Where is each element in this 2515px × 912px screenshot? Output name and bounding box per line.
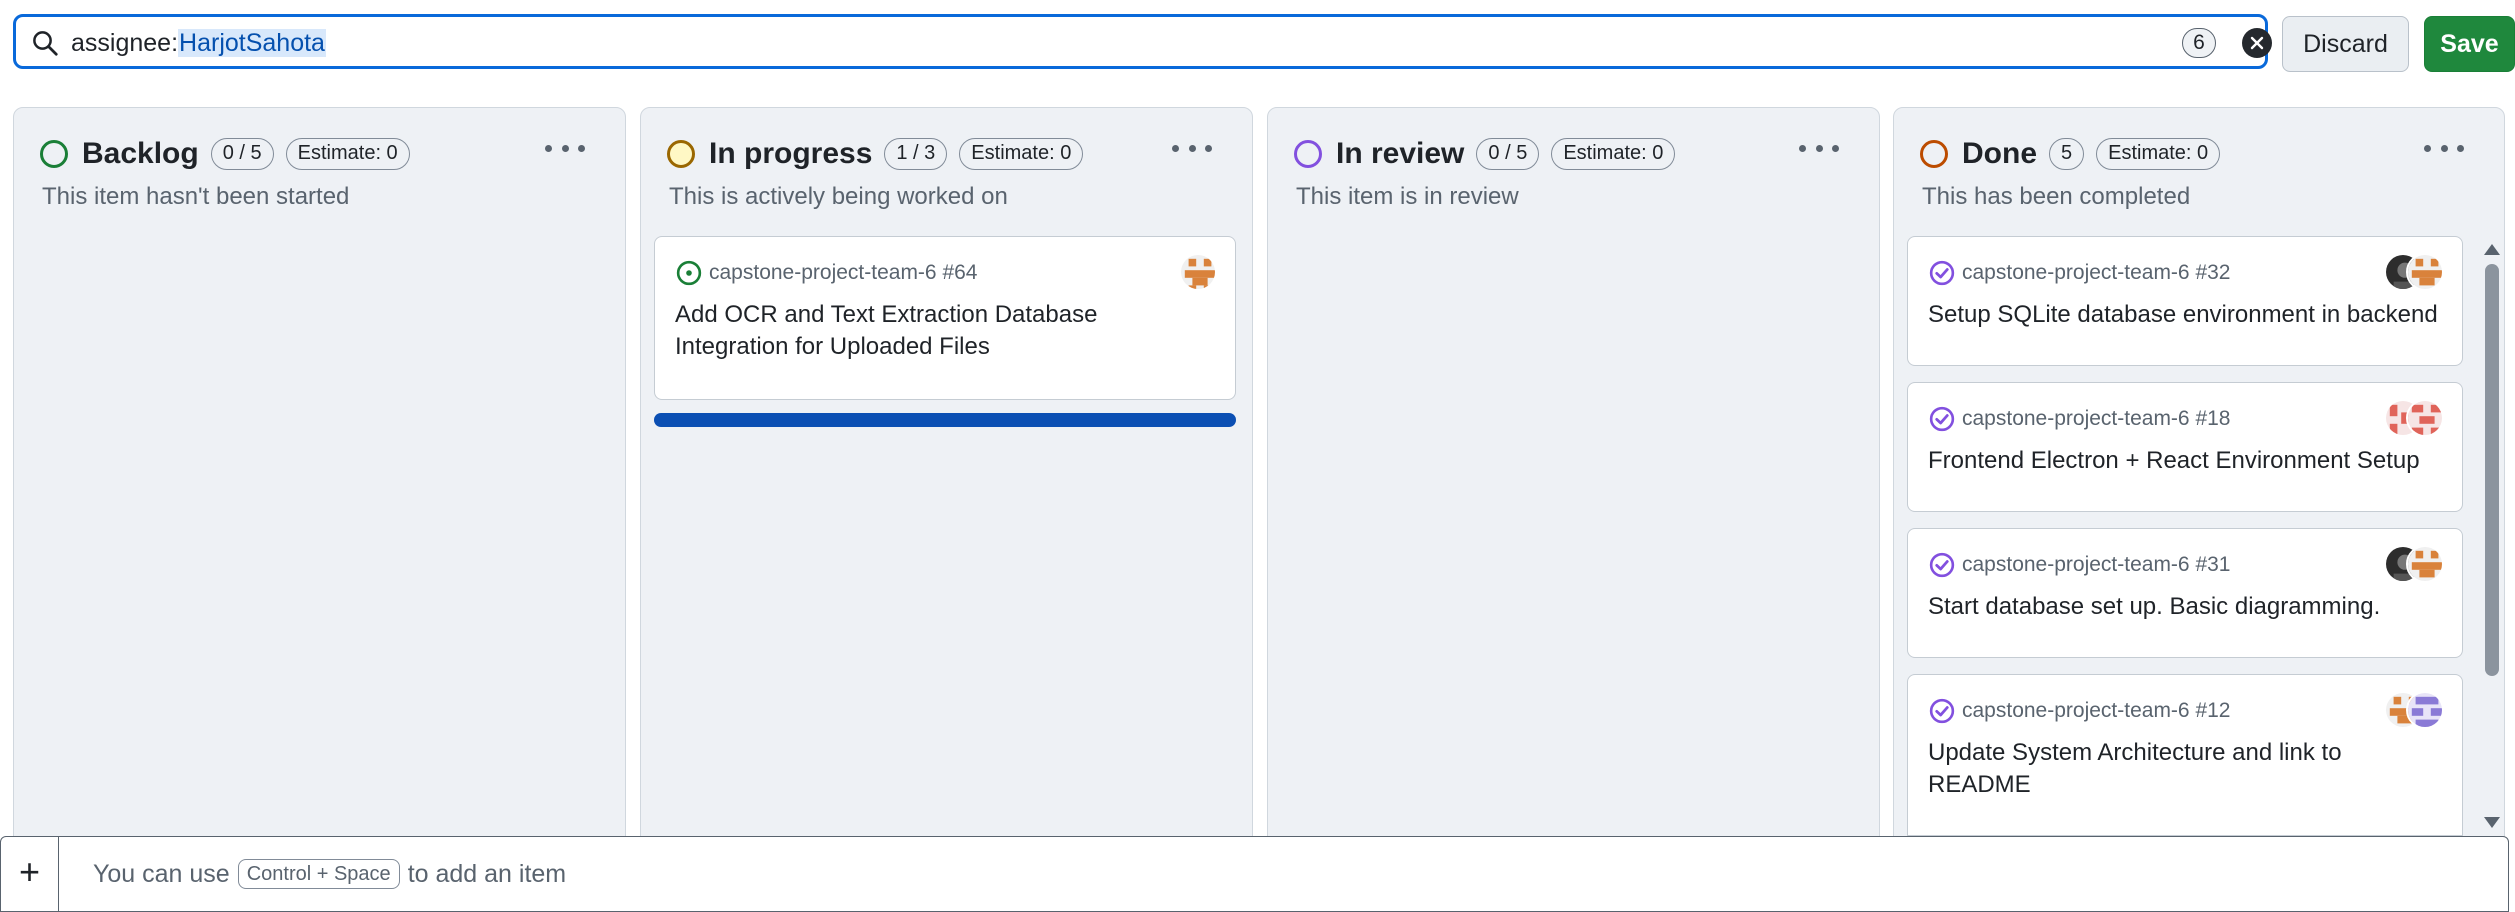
avatar [2406,545,2444,583]
estimate-badge: Estimate: 0 [285,138,410,170]
card-issue-32[interactable]: capstone-project-team-6 #32 Setup SQLite… [1907,236,2463,366]
column-description: This item hasn't been started [42,183,350,210]
scrollbar-thumb[interactable] [2485,264,2499,676]
column-menu-button[interactable] [1799,136,1839,160]
column-title: Backlog [82,137,199,170]
card-repo-link[interactable]: capstone-project-team-6 #64 [709,261,977,285]
avatar [2406,399,2444,437]
column-description: This is actively being worked on [669,183,1008,210]
column-description: This item is in review [1296,183,1519,210]
assignee-avatars[interactable] [1179,253,1217,291]
card-repo-link[interactable]: capstone-project-team-6 #18 [1962,407,2230,431]
drop-indicator-bar [654,413,1236,427]
filter-key: assignee: [71,29,179,57]
item-count-badge: 0 / 5 [1476,138,1540,170]
card-meta: capstone-project-team-6 #32 [1928,259,2230,287]
save-button[interactable]: Save [2424,16,2515,72]
column-in-progress: In progress 1 / 3 Estimate: 0 This is ac… [640,107,1253,847]
item-count-badge: 5 [2049,138,2085,170]
scroll-up-arrow-icon[interactable] [2484,244,2500,255]
estimate-badge: Estimate: 0 [959,138,1084,170]
filter-result-count: 6 [2182,28,2216,58]
card-issue-12[interactable]: capstone-project-team-6 #12 Update Syste… [1907,674,2463,836]
issue-closed-icon [1929,260,1955,286]
hint-suffix: to add an item [407,859,567,888]
plus-icon[interactable]: + [1,837,59,911]
status-circle-icon [1920,140,1948,168]
filter-value: HarjotSahota [178,29,326,57]
card-title[interactable]: Frontend Electron + React Environment Se… [1928,445,2446,477]
hint-prefix: You can use [93,859,230,888]
column-title: Done [1962,137,2037,170]
column-title: In review [1336,137,1465,170]
issue-closed-icon [1929,406,1955,432]
add-item-hint: You can use Control + Space to add an it… [93,859,566,889]
assignee-avatars[interactable] [2384,253,2444,291]
column-done: Done 5 Estimate: 0 This has been complet… [1893,107,2505,847]
card-issue-31[interactable]: capstone-project-team-6 #31 Start databa… [1907,528,2463,658]
card-repo-link[interactable]: capstone-project-team-6 #12 [1962,699,2230,723]
card-title[interactable]: Add OCR and Text Extraction Database Int… [675,299,1215,363]
filter-query[interactable]: assignee:HarjotSahota [71,29,326,57]
column-description: This has been completed [1922,183,2191,210]
filter-input[interactable]: assignee:HarjotSahota 6 [13,14,2272,69]
status-circle-icon [667,140,695,168]
issue-closed-icon [1929,698,1955,724]
column-header: In progress 1 / 3 Estimate: 0 [667,134,1095,174]
item-count-badge: 0 / 5 [210,138,274,170]
column-menu-button[interactable] [1172,136,1212,160]
card-meta: capstone-project-team-6 #12 [1928,697,2230,725]
column-in-review: In review 0 / 5 Estimate: 0 This item is… [1267,107,1880,847]
column-header: In review 0 / 5 Estimate: 0 [1294,134,1687,174]
issue-opened-icon [676,260,702,286]
estimate-badge: Estimate: 0 [1551,138,1676,170]
card-meta: capstone-project-team-6 #18 [1928,405,2230,433]
column-backlog: Backlog 0 / 5 Estimate: 0 This item hasn… [13,107,626,847]
column-header: Backlog 0 / 5 Estimate: 0 [40,134,422,174]
card-issue-64[interactable]: capstone-project-team-6 #64 Add OCR and … [654,236,1236,400]
column-menu-button[interactable] [2424,136,2464,160]
card-title[interactable]: Update System Architecture and link to R… [1928,737,2446,801]
estimate-badge: Estimate: 0 [2096,138,2221,170]
scroll-down-arrow-icon[interactable] [2484,817,2500,828]
card-repo-link[interactable]: capstone-project-team-6 #31 [1962,553,2230,577]
column-title: In progress [709,137,873,170]
item-count-badge: 1 / 3 [884,138,948,170]
discard-button[interactable]: Discard [2282,16,2409,72]
card-title[interactable]: Setup SQLite database environment in bac… [1928,299,2446,331]
avatar [2406,691,2444,729]
keyboard-shortcut: Control + Space [237,859,400,889]
issue-closed-icon [1929,552,1955,578]
assignee-avatars[interactable] [2384,691,2444,729]
card-repo-link[interactable]: capstone-project-team-6 #32 [1962,261,2230,285]
add-item-bar[interactable]: + You can use Control + Space to add an … [0,836,2509,912]
search-icon [33,31,58,56]
clear-filter-button[interactable] [2242,28,2272,58]
column-scrollbar[interactable] [2481,238,2501,838]
card-meta: capstone-project-team-6 #31 [1928,551,2230,579]
avatar [1179,253,1217,291]
card-issue-18[interactable]: capstone-project-team-6 #18 Frontend Ele… [1907,382,2463,512]
assignee-avatars[interactable] [2384,399,2444,437]
status-circle-icon [40,140,68,168]
column-header: Done 5 Estimate: 0 [1920,134,2232,174]
card-meta: capstone-project-team-6 #64 [675,259,977,287]
assignee-avatars[interactable] [2384,545,2444,583]
column-menu-button[interactable] [545,136,585,160]
card-title[interactable]: Start database set up. Basic diagramming… [1928,591,2446,623]
x-icon [2250,36,2264,50]
avatar [2406,253,2444,291]
status-circle-icon [1294,140,1322,168]
